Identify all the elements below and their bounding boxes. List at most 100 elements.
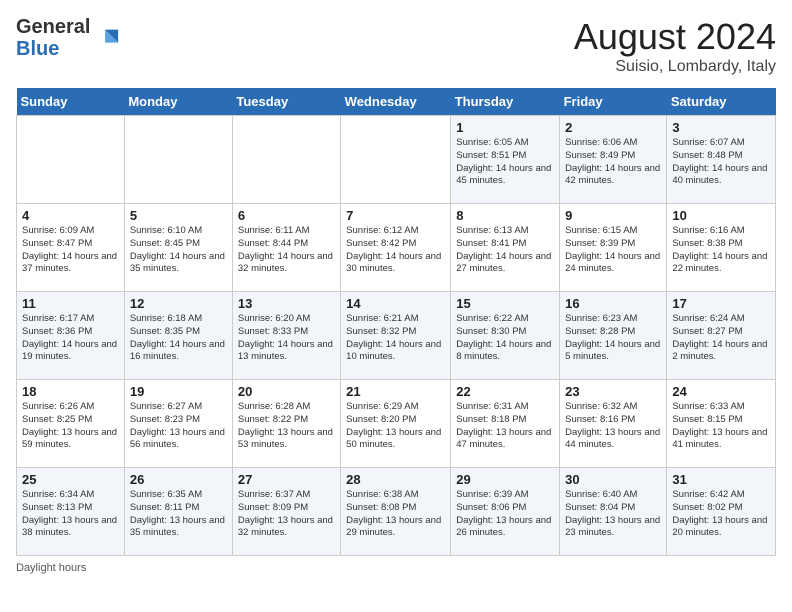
day-detail: Sunrise: 6:07 AM Sunset: 8:48 PM Dayligh… xyxy=(672,137,770,188)
day-detail: Sunrise: 6:11 AM Sunset: 8:44 PM Dayligh… xyxy=(238,225,335,276)
day-number: 8 xyxy=(456,208,554,223)
day-number: 3 xyxy=(672,120,770,135)
day-detail: Sunrise: 6:28 AM Sunset: 8:22 PM Dayligh… xyxy=(238,401,335,452)
day-number: 18 xyxy=(22,384,119,399)
day-number: 14 xyxy=(346,296,445,311)
weekday-header-saturday: Saturday xyxy=(667,88,776,116)
calendar-title: August 2024 xyxy=(574,16,776,58)
calendar-cell: 18 Sunrise: 6:26 AM Sunset: 8:25 PM Dayli… xyxy=(17,380,125,468)
day-detail: Sunrise: 6:18 AM Sunset: 8:35 PM Dayligh… xyxy=(130,313,227,364)
day-number: 9 xyxy=(565,208,661,223)
day-number: 15 xyxy=(456,296,554,311)
day-detail: Sunrise: 6:23 AM Sunset: 8:28 PM Dayligh… xyxy=(565,313,661,364)
weekday-header-thursday: Thursday xyxy=(451,88,560,116)
day-detail: Sunrise: 6:10 AM Sunset: 8:45 PM Dayligh… xyxy=(130,225,227,276)
calendar-cell: 31Sunrise: 6:42 AM Sunset: 8:02 PM Dayli… xyxy=(667,468,776,556)
calendar-cell: 4 Sunrise: 6:09 AM Sunset: 8:47 PM Daylig… xyxy=(17,204,125,292)
calendar-cell: 27Sunrise: 6:37 AM Sunset: 8:09 PM Dayli… xyxy=(232,468,340,556)
calendar-week-row: 1Sunrise: 6:05 AM Sunset: 8:51 PM Daylig… xyxy=(17,116,776,204)
day-number: 4 xyxy=(22,208,119,223)
calendar-header-row: SundayMondayTuesdayWednesdayThursdayFrid… xyxy=(17,88,776,116)
weekday-header-wednesday: Wednesday xyxy=(341,88,451,116)
day-number: 13 xyxy=(238,296,335,311)
day-detail: Sunrise: 6:20 AM Sunset: 8:33 PM Dayligh… xyxy=(238,313,335,364)
calendar-cell: 6 Sunrise: 6:11 AM Sunset: 8:44 PM Daylig… xyxy=(232,204,340,292)
day-number: 20 xyxy=(238,384,335,399)
day-detail: Sunrise: 6:17 AM Sunset: 8:36 PM Dayligh… xyxy=(22,313,119,364)
calendar-cell: 21Sunrise: 6:29 AM Sunset: 8:20 PM Dayli… xyxy=(341,380,451,468)
calendar-cell: 24 Sunrise: 6:33 AM Sunset: 8:15 PM Dayli… xyxy=(667,380,776,468)
calendar-cell: 29Sunrise: 6:39 AM Sunset: 8:06 PM Dayli… xyxy=(451,468,560,556)
day-detail: Sunrise: 6:29 AM Sunset: 8:20 PM Dayligh… xyxy=(346,401,445,452)
day-number: 12 xyxy=(130,296,227,311)
day-number: 25 xyxy=(22,472,119,487)
title-area: August 2024 Suisio, Lombardy, Italy xyxy=(574,16,776,76)
weekday-header-friday: Friday xyxy=(560,88,667,116)
calendar-cell: 11 Sunrise: 6:17 AM Sunset: 8:36 PM Dayli… xyxy=(17,292,125,380)
day-number: 29 xyxy=(456,472,554,487)
calendar-cell: 15 Sunrise: 6:22 AM Sunset: 8:30 PM Dayli… xyxy=(451,292,560,380)
day-detail: Sunrise: 6:13 AM Sunset: 8:41 PM Dayligh… xyxy=(456,225,554,276)
logo-general-text: General xyxy=(16,16,90,38)
calendar-subtitle: Suisio, Lombardy, Italy xyxy=(574,58,776,76)
calendar-cell: 8 Sunrise: 6:13 AM Sunset: 8:41 PM Daylig… xyxy=(451,204,560,292)
calendar-week-row: 18 Sunrise: 6:26 AM Sunset: 8:25 PM Dayli… xyxy=(17,380,776,468)
calendar-cell: 13 Sunrise: 6:20 AM Sunset: 8:33 PM Dayli… xyxy=(232,292,340,380)
footer-note: Daylight hours xyxy=(16,562,776,574)
day-detail: Sunrise: 6:09 AM Sunset: 8:47 PM Dayligh… xyxy=(22,225,119,276)
calendar-cell: 12 Sunrise: 6:18 AM Sunset: 8:35 PM Dayli… xyxy=(124,292,232,380)
day-detail: Sunrise: 6:33 AM Sunset: 8:15 PM Dayligh… xyxy=(672,401,770,452)
calendar-cell: 3 Sunrise: 6:07 AM Sunset: 8:48 PM Daylig… xyxy=(667,116,776,204)
day-number: 28 xyxy=(346,472,445,487)
day-detail: Sunrise: 6:38 AM Sunset: 8:08 PM Dayligh… xyxy=(346,489,445,540)
day-detail: Sunrise: 6:40 AM Sunset: 8:04 PM Dayligh… xyxy=(565,489,661,540)
day-number: 17 xyxy=(672,296,770,311)
header: General Blue August 2024 Suisio, Lombard… xyxy=(16,16,776,76)
calendar-cell: 1Sunrise: 6:05 AM Sunset: 8:51 PM Daylig… xyxy=(451,116,560,204)
weekday-header-sunday: Sunday xyxy=(17,88,125,116)
day-number: 27 xyxy=(238,472,335,487)
day-detail: Sunrise: 6:21 AM Sunset: 8:32 PM Dayligh… xyxy=(346,313,445,364)
day-detail: Sunrise: 6:16 AM Sunset: 8:38 PM Dayligh… xyxy=(672,225,770,276)
logo: General Blue xyxy=(16,16,120,60)
day-detail: Sunrise: 6:31 AM Sunset: 8:18 PM Dayligh… xyxy=(456,401,554,452)
logo-icon xyxy=(92,24,120,52)
day-number: 1 xyxy=(456,120,554,135)
calendar-cell: 26Sunrise: 6:35 AM Sunset: 8:11 PM Dayli… xyxy=(124,468,232,556)
day-detail: Sunrise: 6:35 AM Sunset: 8:11 PM Dayligh… xyxy=(130,489,227,540)
day-detail: Sunrise: 6:27 AM Sunset: 8:23 PM Dayligh… xyxy=(130,401,227,452)
day-number: 22 xyxy=(456,384,554,399)
day-detail: Sunrise: 6:15 AM Sunset: 8:39 PM Dayligh… xyxy=(565,225,661,276)
day-number: 6 xyxy=(238,208,335,223)
day-detail: Sunrise: 6:32 AM Sunset: 8:16 PM Dayligh… xyxy=(565,401,661,452)
day-number: 16 xyxy=(565,296,661,311)
day-number: 11 xyxy=(22,296,119,311)
day-number: 10 xyxy=(672,208,770,223)
calendar-cell: 23Sunrise: 6:32 AM Sunset: 8:16 PM Dayli… xyxy=(560,380,667,468)
calendar-cell: 28 Sunrise: 6:38 AM Sunset: 8:08 PM Dayli… xyxy=(341,468,451,556)
calendar-cell: 20 Sunrise: 6:28 AM Sunset: 8:22 PM Dayli… xyxy=(232,380,340,468)
calendar-cell: 2Sunrise: 6:06 AM Sunset: 8:49 PM Daylig… xyxy=(560,116,667,204)
day-detail: Sunrise: 6:06 AM Sunset: 8:49 PM Dayligh… xyxy=(565,137,661,188)
calendar-cell xyxy=(341,116,451,204)
day-detail: Sunrise: 6:26 AM Sunset: 8:25 PM Dayligh… xyxy=(22,401,119,452)
day-number: 5 xyxy=(130,208,227,223)
day-detail: Sunrise: 6:22 AM Sunset: 8:30 PM Dayligh… xyxy=(456,313,554,364)
calendar-week-row: 25Sunrise: 6:34 AM Sunset: 8:13 PM Dayli… xyxy=(17,468,776,556)
calendar-week-row: 11 Sunrise: 6:17 AM Sunset: 8:36 PM Dayli… xyxy=(17,292,776,380)
day-number: 7 xyxy=(346,208,445,223)
calendar-cell: 5 Sunrise: 6:10 AM Sunset: 8:45 PM Daylig… xyxy=(124,204,232,292)
calendar-cell: 30Sunrise: 6:40 AM Sunset: 8:04 PM Dayli… xyxy=(560,468,667,556)
calendar-cell: 22 Sunrise: 6:31 AM Sunset: 8:18 PM Dayli… xyxy=(451,380,560,468)
day-number: 19 xyxy=(130,384,227,399)
calendar-table: SundayMondayTuesdayWednesdayThursdayFrid… xyxy=(16,88,776,556)
day-detail: Sunrise: 6:42 AM Sunset: 8:02 PM Dayligh… xyxy=(672,489,770,540)
calendar-cell: 19 Sunrise: 6:27 AM Sunset: 8:23 PM Dayli… xyxy=(124,380,232,468)
day-number: 24 xyxy=(672,384,770,399)
calendar-cell: 17Sunrise: 6:24 AM Sunset: 8:27 PM Dayli… xyxy=(667,292,776,380)
calendar-cell: 14 Sunrise: 6:21 AM Sunset: 8:32 PM Dayli… xyxy=(341,292,451,380)
calendar-cell: 25Sunrise: 6:34 AM Sunset: 8:13 PM Dayli… xyxy=(17,468,125,556)
calendar-cell xyxy=(124,116,232,204)
day-detail: Sunrise: 6:12 AM Sunset: 8:42 PM Dayligh… xyxy=(346,225,445,276)
weekday-header-monday: Monday xyxy=(124,88,232,116)
